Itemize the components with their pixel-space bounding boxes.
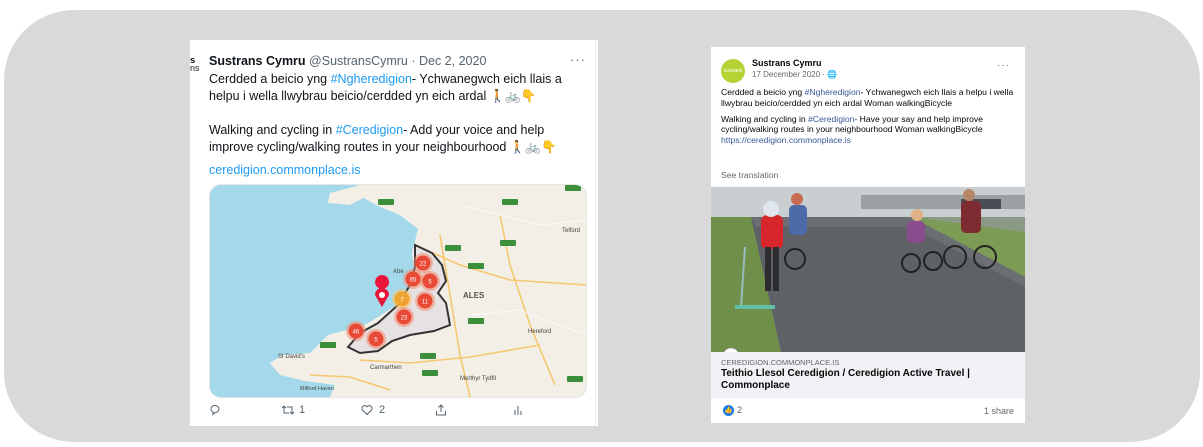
tweet-text: Cerdded a beicio yng #Ngheredigion- Ychw… [209,71,589,156]
heart-icon[interactable] [361,404,373,419]
retweet-count: 1 [299,404,306,416]
facebook-post-card: sustrans Sustrans Cymru 17 December 2020… [711,47,1025,423]
avatar[interactable]: 𝘀 ns [190,56,206,73]
map-image[interactable]: 22 85 5 7 11 23 46 5 ALES Abe St David's… [209,184,587,398]
tweet-header: Sustrans Cymru @SustransCymru · Dec 2, 2… [209,54,487,68]
place-label: Hereford [528,329,551,335]
retweet-icon[interactable] [281,404,295,419]
link-preview-photo[interactable] [711,187,1025,352]
preview-domain: CEREDIGION.COMMONPLACE.IS [721,358,840,367]
hashtag-ngheredigion[interactable]: #Ngheredigion [331,72,412,86]
hashtag-ceredigion[interactable]: #Ceredigion [808,114,854,124]
see-translation-link[interactable]: See translation [721,170,778,180]
svg-text:46: 46 [353,330,360,336]
display-name[interactable]: Sustrans Cymru [209,54,306,68]
cluster-23[interactable]: 23 [394,307,414,327]
place-label: Milford Haven [300,386,334,392]
reply-icon[interactable] [209,404,221,419]
tweet-actions: 1 2 [209,404,539,422]
cluster-11[interactable]: 11 [415,291,435,311]
cluster-5-south[interactable]: 5 [366,329,386,349]
place-label: Merthyr Tydfil [460,376,496,382]
map-graphic: 22 85 5 7 11 23 46 5 ALES Abe St David's… [210,185,586,397]
svg-text:85: 85 [410,278,417,284]
reaction-count: 2 [737,405,743,415]
english-text-prefix: Walking and cycling in [721,113,809,124]
region-label: ALES [463,291,485,300]
svg-text:22: 22 [420,262,427,268]
place-label: Carmarthen [370,365,402,371]
cluster-46[interactable]: 46 [346,321,366,341]
analytics-icon[interactable] [512,404,524,419]
more-options-icon[interactable]: ··· [997,60,1010,71]
share-icon[interactable] [435,404,447,419]
post-date[interactable]: 17 December 2020 · 🌐 [752,70,837,79]
cyclists-photo [711,187,1025,352]
twitter-post-card: 𝘀 ns Sustrans Cymru @SustransCymru · Dec … [190,40,598,426]
cluster-7[interactable]: 7 [392,289,412,309]
preview-title: Teithio Llesol Ceredigion / Ceredigion A… [721,368,970,391]
like-count: 2 [379,404,386,416]
post-url[interactable]: https://ceredigion.commonplace.is [721,135,851,145]
svg-text:11: 11 [422,300,429,306]
tweet-link[interactable]: ceredigion.commonplace.is [209,163,360,177]
post-text: Cerdded a beicio yng #Ngheredigion- Ychw… [721,87,1021,151]
link-preview[interactable]: CEREDIGION.COMMONPLACE.IS Teithio Llesol… [711,352,1025,398]
page-avatar[interactable]: sustrans [721,59,745,83]
share-count[interactable]: 1 share [984,406,1014,416]
more-options-icon[interactable]: ··· [570,52,586,67]
place-label: Abe [393,269,404,275]
reactions[interactable]: 👍 2 [723,405,743,417]
hashtag-ngheredigion[interactable]: #Ngheredigion [805,87,861,97]
like-icon: 👍 [723,405,734,417]
welsh-text-prefix: Cerdded a beicio yng [209,72,331,86]
cluster-5-north[interactable]: 5 [420,271,440,291]
welsh-text-prefix: Cerdded a beicio yng [721,87,805,97]
page-name[interactable]: Sustrans Cymru [752,58,822,68]
place-label: St David's [278,354,305,360]
english-text-prefix: Walking and cycling in [209,123,336,137]
cluster-85[interactable]: 85 [403,269,423,289]
place-label: Telford [562,228,580,234]
hashtag-ceredigion[interactable]: #Ceredigion [336,123,403,137]
tweet-date[interactable]: Dec 2, 2020 [419,54,486,68]
svg-text:23: 23 [401,316,408,322]
column-divider [595,40,596,426]
handle[interactable]: @SustransCymru [309,54,408,68]
